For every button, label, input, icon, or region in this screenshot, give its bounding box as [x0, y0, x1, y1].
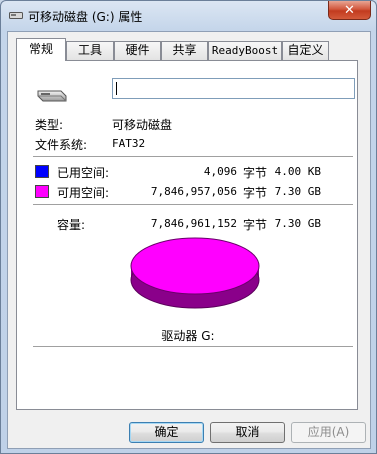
title-bar[interactable]: 可移动磁盘 (G:) 属性 ✕: [1, 1, 376, 31]
cancel-button[interactable]: 取消: [210, 422, 285, 443]
used-space-bytes: 4,096: [203, 165, 237, 178]
properties-window: 可移动磁盘 (G:) 属性 ✕ 常规 工具 硬件 共享 ReadyBoost 自…: [0, 0, 377, 454]
divider: [33, 156, 353, 157]
used-space-swatch: [35, 165, 49, 178]
tab-tools[interactable]: 工具: [66, 41, 114, 60]
text-caret: [116, 82, 117, 95]
capacity-label: 容量:: [57, 218, 86, 232]
drive-icon: [9, 12, 23, 19]
tab-general[interactable]: 常规: [16, 38, 66, 61]
general-tab-content: 类型: 可移动磁盘 文件系统: FAT32 已用空间: 4,096 字节 4.0…: [16, 60, 358, 410]
divider: [33, 346, 353, 347]
tab-hardware[interactable]: 硬件: [114, 41, 161, 60]
free-space-unit: 字节: [243, 186, 268, 200]
divider: [33, 204, 353, 205]
capacity-bytes: 7,846,961,152: [150, 217, 237, 230]
removable-drive-icon: [37, 90, 67, 102]
capacity-size: 7.30 GB: [274, 217, 321, 230]
apply-button[interactable]: 应用(A): [291, 422, 366, 443]
capacity-unit: 字节: [243, 218, 268, 232]
dialog-panel: 常规 工具 硬件 共享 ReadyBoost 自定义 类型: 可移动磁盘 文件系…: [7, 31, 371, 449]
volume-name-input[interactable]: [112, 78, 355, 99]
drive-letter-label: 驱动器 G:: [161, 329, 215, 343]
free-space-size: 7.30 GB: [274, 185, 321, 198]
free-space-label: 可用空间:: [57, 186, 110, 200]
filesystem-value: FAT32: [112, 137, 146, 150]
used-space-label: 已用空间:: [57, 166, 110, 180]
disk-usage-pie: [130, 237, 260, 309]
free-space-swatch: [35, 185, 49, 198]
used-space-size: 4.00 KB: [274, 165, 321, 178]
tab-readyboost[interactable]: ReadyBoost: [208, 41, 282, 60]
type-label: 类型:: [35, 118, 64, 132]
tab-customize[interactable]: 自定义: [282, 41, 329, 60]
close-button[interactable]: ✕: [328, 1, 371, 20]
type-value: 可移动磁盘: [112, 118, 173, 132]
used-space-unit: 字节: [243, 166, 268, 180]
window-title: 可移动磁盘 (G:) 属性: [28, 10, 143, 24]
tab-sharing[interactable]: 共享: [161, 41, 208, 60]
pie-free-slice: [130, 237, 260, 295]
filesystem-label: 文件系统:: [35, 138, 88, 152]
ok-button[interactable]: 确定: [129, 422, 204, 443]
free-space-bytes: 7,846,957,056: [150, 185, 237, 198]
